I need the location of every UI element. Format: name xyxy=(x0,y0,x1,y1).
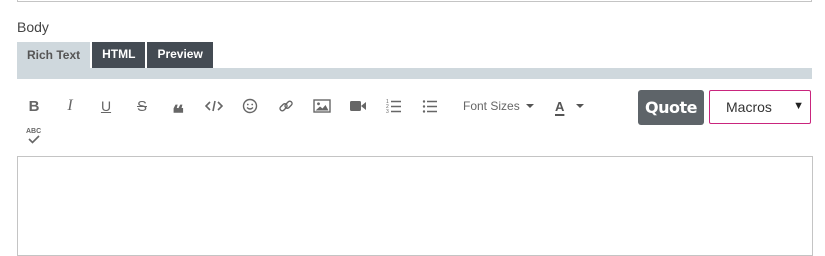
link-icon[interactable] xyxy=(275,94,297,118)
code-icon[interactable] xyxy=(203,94,225,118)
font-sizes-dropdown[interactable]: Font Sizes xyxy=(463,94,534,118)
unordered-list-icon[interactable] xyxy=(419,94,441,118)
previous-field[interactable] xyxy=(17,0,812,2)
tab-rich-text[interactable]: Rich Text xyxy=(17,42,91,69)
tab-bar-strip xyxy=(17,68,812,79)
macros-select[interactable]: Macros ▼ xyxy=(709,90,811,124)
macros-selected-value: Macros xyxy=(726,99,772,115)
italic-icon[interactable]: I xyxy=(59,94,81,118)
ordered-list-icon[interactable]: 123 xyxy=(383,94,405,118)
font-color-icon: A xyxy=(555,98,565,114)
video-icon[interactable] xyxy=(347,94,369,118)
chevron-down-icon xyxy=(525,104,534,108)
strikethrough-icon[interactable]: S xyxy=(131,94,153,118)
underline-icon[interactable]: U xyxy=(95,94,117,118)
blockquote-icon[interactable]: ❝ xyxy=(167,94,189,126)
body-label: Body xyxy=(17,19,49,35)
tab-html[interactable]: HTML xyxy=(92,42,146,69)
spellcheck-icon[interactable]: ABC xyxy=(26,128,44,146)
font-color-dropdown[interactable]: A xyxy=(555,94,585,118)
tab-preview[interactable]: Preview xyxy=(147,42,213,69)
bold-icon[interactable]: B xyxy=(23,94,45,118)
dropdown-arrow-icon: ▼ xyxy=(793,100,804,112)
font-sizes-label: Font Sizes xyxy=(463,99,520,113)
body-editor[interactable] xyxy=(17,156,813,256)
chevron-down-icon xyxy=(576,104,585,108)
svg-text:3: 3 xyxy=(386,109,389,114)
spellcheck-abc-label: ABC xyxy=(26,128,42,135)
quote-button[interactable]: Quote xyxy=(638,90,704,125)
emoji-icon[interactable] xyxy=(239,94,261,118)
editor-tabs: Rich Text HTML Preview xyxy=(17,42,213,69)
image-icon[interactable] xyxy=(311,94,333,118)
